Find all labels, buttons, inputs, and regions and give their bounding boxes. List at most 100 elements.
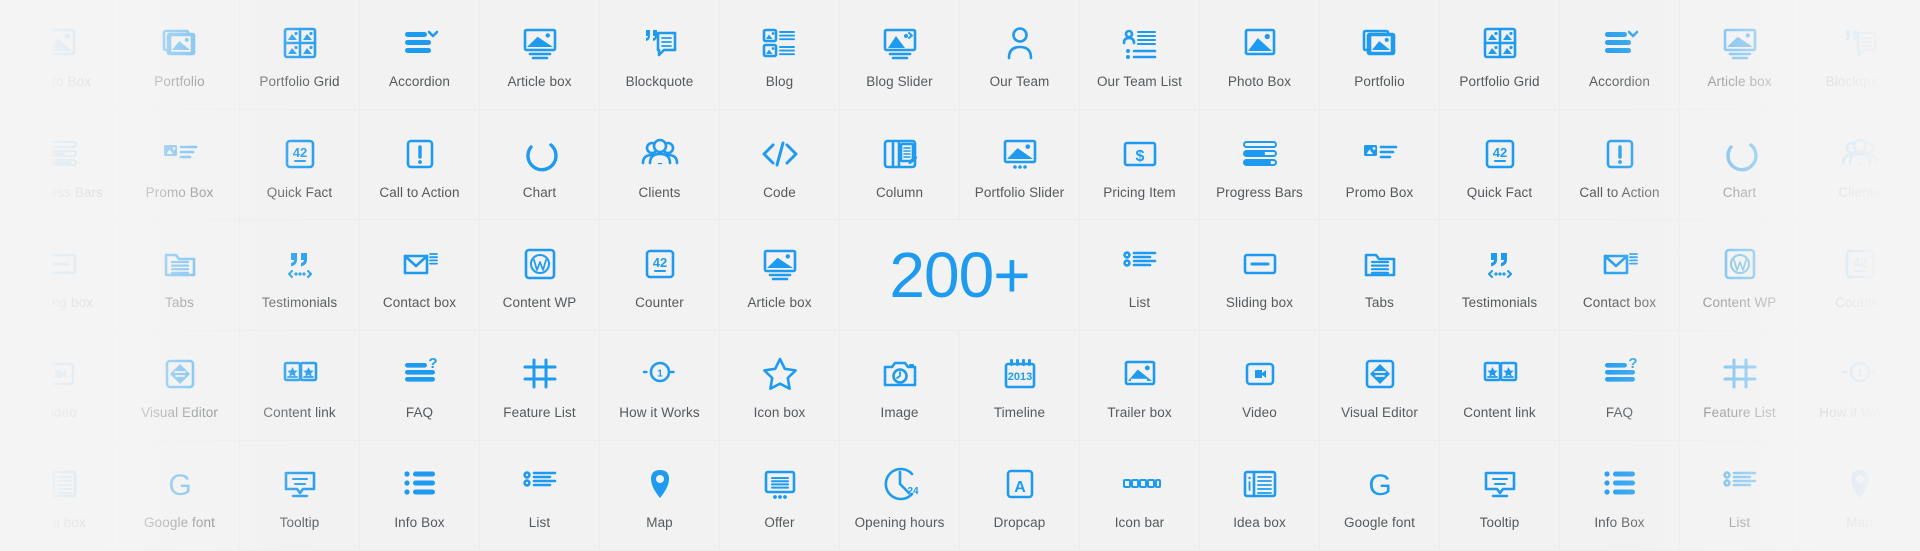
icon-cell-list[interactable]: List: [1680, 441, 1800, 551]
icon-label: Column: [876, 186, 923, 200]
icon-cell-visual-editor[interactable]: Visual Editor: [120, 331, 240, 441]
icon-cell-portfolio-grid[interactable]: Portfolio Grid: [1440, 0, 1560, 110]
icon-cell-idea-box[interactable]: Idea box: [0, 441, 120, 551]
icon-cell-timeline[interactable]: 2013Timeline: [960, 331, 1080, 441]
icon-cell-tooltip[interactable]: Tooltip: [1440, 441, 1560, 551]
icon-cell-faq[interactable]: ?FAQ: [360, 331, 480, 441]
icon-label: Blockquote: [626, 75, 694, 89]
content-wp-icon: [1680, 241, 1799, 287]
icon-cell-video[interactable]: Video: [1200, 331, 1320, 441]
icon-label: Quick Fact: [267, 186, 333, 200]
sliding-box-icon: [0, 241, 119, 287]
icon-cell-pricing-item[interactable]: $Pricing Item: [1080, 110, 1200, 220]
icon-cell-feature-list[interactable]: Feature List: [1680, 331, 1800, 441]
icon-cell-article-box[interactable]: Article box: [480, 0, 600, 110]
icon-cell-how-it-works[interactable]: 1How it Works: [1800, 331, 1920, 441]
icon-cell-blockquote[interactable]: Blockquote: [1800, 0, 1920, 110]
icon-cell-counter[interactable]: 42Counter: [600, 220, 720, 330]
icon-cell-sliding-box[interactable]: Sliding box: [0, 220, 120, 330]
icon-cell-tooltip[interactable]: Tooltip: [240, 441, 360, 551]
icon-cell-call-to-action[interactable]: Call to Action: [360, 110, 480, 220]
video-icon: [1200, 351, 1319, 397]
icon-cell-our-team-list[interactable]: Our Team List: [1080, 0, 1200, 110]
icon-cell-feature-list[interactable]: Feature List: [480, 331, 600, 441]
icon-cell-opening-hours[interactable]: 24Opening hours: [840, 441, 960, 551]
icon-cell-contact-box[interactable]: Contact box: [360, 220, 480, 330]
icon-cell-info-box[interactable]: Info Box: [360, 441, 480, 551]
icon-cell-map[interactable]: Map: [600, 441, 720, 551]
icon-cell-content-wp[interactable]: Content WP: [1680, 220, 1800, 330]
icon-cell-article-box[interactable]: Article box: [720, 220, 840, 330]
icon-cell-accordion[interactable]: Accordion: [1560, 0, 1680, 110]
icon-cell-contact-box[interactable]: Contact box: [1560, 220, 1680, 330]
portfolio-slider-icon: [960, 131, 1079, 177]
icon-cell-call-to-action[interactable]: Call to Action: [1560, 110, 1680, 220]
icon-cell-google-font[interactable]: GGoogle font: [120, 441, 240, 551]
icon-cell-list[interactable]: List: [480, 441, 600, 551]
icon-cell-image[interactable]: Image: [840, 331, 960, 441]
icon-cell-content-link[interactable]: Content link: [1440, 331, 1560, 441]
list-icon: [480, 461, 599, 507]
list-icon: [1080, 241, 1199, 287]
icon-cell-trailer-box[interactable]: Trailer box: [1080, 331, 1200, 441]
icon-cell-promo-box[interactable]: Promo Box: [120, 110, 240, 220]
icon-cell-accordion[interactable]: Accordion: [360, 0, 480, 110]
icon-cell-progress-bars[interactable]: Progress Bars: [1200, 110, 1320, 220]
icon-cell-portfolio[interactable]: Portfolio: [1320, 0, 1440, 110]
icon-label: Dropcap: [994, 516, 1046, 530]
icon-cell-faq[interactable]: ?FAQ: [1560, 331, 1680, 441]
icon-cell-progress-bars[interactable]: Progress Bars: [0, 110, 120, 220]
icon-cell-visual-editor[interactable]: Visual Editor: [1320, 331, 1440, 441]
icon-cell-info-box[interactable]: Info Box: [1560, 441, 1680, 551]
icon-cell-content-wp[interactable]: Content WP: [480, 220, 600, 330]
icon-label: Accordion: [389, 75, 450, 89]
icon-cell-portfolio[interactable]: Portfolio: [120, 0, 240, 110]
icon-cell-dropcap[interactable]: ADropcap: [960, 441, 1080, 551]
icon-cell-quick-fact[interactable]: 42Quick Fact: [240, 110, 360, 220]
icon-label: Article box: [1707, 75, 1771, 89]
icon-cell-clients[interactable]: Clients: [1800, 110, 1920, 220]
icon-label: Our Team: [990, 75, 1050, 89]
icon-cell-icon-box[interactable]: Icon box: [720, 331, 840, 441]
icon-cell-clients[interactable]: Clients: [600, 110, 720, 220]
icon-box-icon: [720, 351, 839, 397]
icon-cell-promo-box[interactable]: Promo Box: [1320, 110, 1440, 220]
icon-cell-quick-fact[interactable]: 42Quick Fact: [1440, 110, 1560, 220]
icon-cell-testimonials[interactable]: Testimonials: [1440, 220, 1560, 330]
icon-cell-photo-box[interactable]: Photo Box: [1200, 0, 1320, 110]
icon-cell-200[interactable]: 200+: [840, 220, 1080, 330]
icon-cell-chart[interactable]: Chart: [1680, 110, 1800, 220]
icon-cell-how-it-works[interactable]: 1How it Works: [600, 331, 720, 441]
icon-cell-icon-bar[interactable]: Icon bar: [1080, 441, 1200, 551]
icon-cell-blockquote[interactable]: Blockquote: [600, 0, 720, 110]
icon-cell-tabs[interactable]: Tabs: [120, 220, 240, 330]
highlight-count: 200+: [889, 243, 1029, 307]
blockquote-icon: [600, 20, 719, 66]
icon-cell-article-box[interactable]: Article box: [1680, 0, 1800, 110]
idea-box-icon: [1200, 461, 1319, 507]
icon-label: Code: [763, 186, 796, 200]
pricing-item-icon: $: [1080, 131, 1199, 177]
icon-cell-our-team[interactable]: Our Team: [960, 0, 1080, 110]
icon-cell-blog[interactable]: Blog: [720, 0, 840, 110]
portfolio-grid-icon: [1440, 20, 1559, 66]
icon-cell-chart[interactable]: Chart: [480, 110, 600, 220]
icon-cell-testimonials[interactable]: Testimonials: [240, 220, 360, 330]
icon-label: Info Box: [1594, 516, 1644, 530]
icon-cell-offer[interactable]: Offer: [720, 441, 840, 551]
icon-cell-photo-box[interactable]: Photo Box: [0, 0, 120, 110]
icon-cell-portfolio-grid[interactable]: Portfolio Grid: [240, 0, 360, 110]
icon-cell-column[interactable]: Column: [840, 110, 960, 220]
icon-cell-list[interactable]: List: [1080, 220, 1200, 330]
icon-cell-video[interactable]: Video: [0, 331, 120, 441]
icon-cell-tabs[interactable]: Tabs: [1320, 220, 1440, 330]
icon-cell-google-font[interactable]: GGoogle font: [1320, 441, 1440, 551]
icon-cell-sliding-box[interactable]: Sliding box: [1200, 220, 1320, 330]
icon-cell-blog-slider[interactable]: Blog Slider: [840, 0, 960, 110]
icon-cell-content-link[interactable]: Content link: [240, 331, 360, 441]
icon-cell-idea-box[interactable]: Idea box: [1200, 441, 1320, 551]
icon-cell-portfolio-slider[interactable]: Portfolio Slider: [960, 110, 1080, 220]
icon-cell-code[interactable]: Code: [720, 110, 840, 220]
icon-cell-map[interactable]: Map: [1800, 441, 1920, 551]
icon-cell-counter[interactable]: 42Counter: [1800, 220, 1920, 330]
